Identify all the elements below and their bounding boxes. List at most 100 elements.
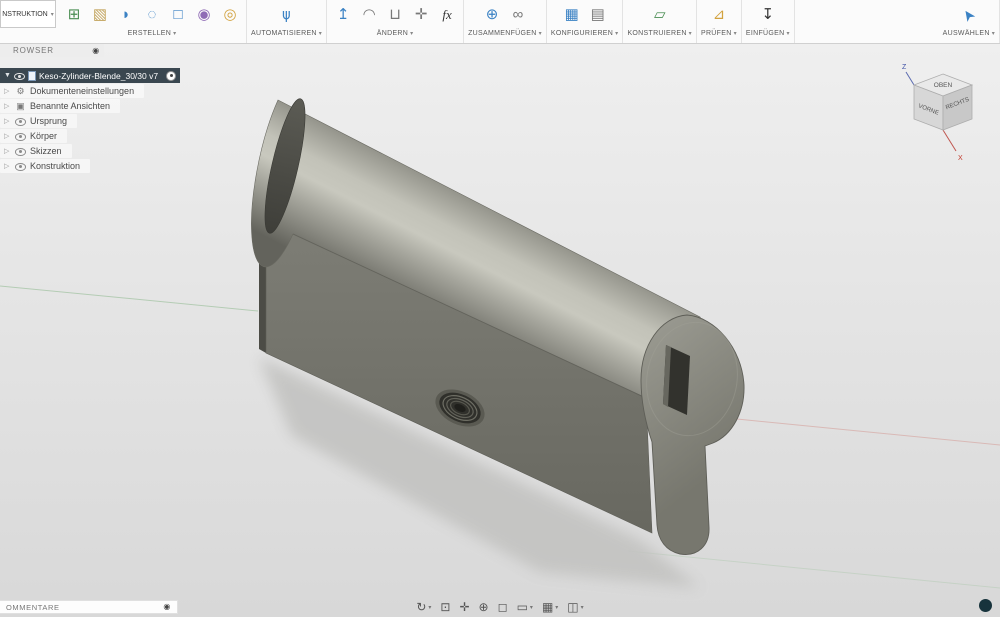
- insert-icon[interactable]: ↧: [756, 3, 780, 27]
- comments-bar[interactable]: OMMENTARE ◉: [0, 600, 178, 614]
- toolbar-group-erstellen: ⊞ ▧ ◗ ◌ □ ◉ ◎ ERSTELLEN ▾: [58, 0, 247, 43]
- revolve-icon[interactable]: ◌: [140, 3, 164, 27]
- menu-einfuegen[interactable]: EINFÜGEN ▾: [746, 28, 790, 37]
- browser-root-row[interactable]: ▼ Keso-Zylinder-Blende_30/30 v7: [0, 68, 180, 83]
- torus-icon[interactable]: ◎: [218, 3, 242, 27]
- expand-arrow-icon[interactable]: ▷: [4, 147, 11, 155]
- shell-icon[interactable]: ⊔: [383, 3, 407, 27]
- joint-icon[interactable]: ∞: [506, 3, 530, 27]
- expand-arrow-icon[interactable]: ▼: [4, 72, 11, 79]
- display-settings-icon: ▭: [517, 600, 528, 614]
- chevron-down-icon: ▾: [539, 30, 542, 37]
- visibility-eye-icon[interactable]: [14, 70, 25, 81]
- menu-konfigurieren[interactable]: KONFIGURIEREN ▾: [551, 28, 619, 37]
- viewcube-label-top: OBEN: [934, 82, 953, 89]
- expand-arrow-icon[interactable]: ▷: [4, 132, 11, 140]
- browser-header[interactable]: ROWSER ◉: [0, 44, 104, 57]
- toolbar-group-aendern: ↥ ◠ ⊔ ✛ fx ÄNDERN ▾: [327, 0, 464, 43]
- zoom-button[interactable]: ⊕: [479, 600, 489, 614]
- parameters-icon[interactable]: fx: [435, 3, 459, 27]
- press-pull-icon[interactable]: ↥: [331, 3, 355, 27]
- chevron-down-icon: ▾: [786, 30, 789, 37]
- menu-konstruieren-label: KONSTRUIEREN: [627, 30, 686, 37]
- select-icon[interactable]: ➤: [955, 3, 982, 27]
- chevron-down-icon: ▾: [410, 30, 413, 37]
- extrude-icon[interactable]: ◗: [114, 3, 138, 27]
- menu-aendern[interactable]: ÄNDERN ▾: [377, 28, 414, 37]
- viewcube[interactable]: OBEN VORNE RECHTS Z X: [898, 56, 988, 166]
- look-at-button[interactable]: ⊡: [440, 600, 450, 614]
- toolbar-group-pruefen: ⊿ PRÜFEN ▾: [697, 0, 742, 43]
- view-navigation-bar: ↻ ▾ ⊡ ✛ ⊕ ◻ ▭ ▾ ▦ ▾ ◫ ▾: [416, 600, 583, 614]
- expand-arrow-icon[interactable]: ▷: [4, 162, 11, 170]
- comments-collapse-icon[interactable]: ◉: [163, 603, 171, 611]
- browser-item-label: Ursprung: [30, 116, 67, 126]
- menu-automatisieren[interactable]: AUTOMATISIEREN ▾: [251, 28, 322, 37]
- activate-component-radio[interactable]: [166, 71, 176, 81]
- viewports-button[interactable]: ◫ ▾: [567, 600, 583, 614]
- pattern-icon[interactable]: □: [166, 3, 190, 27]
- visibility-eye-icon[interactable]: [15, 161, 26, 172]
- model-right-cap[interactable]: [641, 315, 744, 554]
- automate-icon[interactable]: ⋔: [280, 3, 293, 27]
- chevron-down-icon: ▾: [173, 30, 176, 37]
- expand-arrow-icon[interactable]: ▷: [4, 117, 11, 125]
- menu-konfigurieren-label: KONFIGURIEREN: [551, 30, 613, 37]
- chevron-down-icon: ▾: [555, 604, 558, 611]
- move-icon[interactable]: ✛: [409, 3, 433, 27]
- create-sketch-icon[interactable]: ⊞: [62, 3, 86, 27]
- help-button[interactable]: [979, 599, 992, 612]
- workspace-selector[interactable]: NSTRUKTION ▾: [0, 0, 56, 28]
- browser-item-koerper[interactable]: ▷ Körper: [0, 129, 67, 143]
- box-primitive-icon[interactable]: ▧: [88, 3, 112, 27]
- viewport-canvas[interactable]: ROWSER ◉ ▼ Keso-Zylinder-Blende_30/30 v7…: [0, 44, 1000, 617]
- browser-collapse-icon[interactable]: ◉: [92, 47, 100, 55]
- browser-item-label: Skizzen: [30, 146, 62, 156]
- configuration-table-icon[interactable]: ▦: [560, 3, 584, 27]
- pan-icon: ✛: [459, 600, 469, 614]
- browser-panel: ROWSER ◉ ▼ Keso-Zylinder-Blende_30/30 v7…: [0, 44, 180, 173]
- menu-aendern-label: ÄNDERN: [377, 30, 408, 37]
- menu-konstruieren[interactable]: KONSTRUIEREN ▾: [627, 28, 692, 37]
- pan-button[interactable]: ✛: [459, 600, 469, 614]
- visibility-eye-icon[interactable]: [15, 131, 26, 142]
- configure-features-icon[interactable]: ▤: [586, 3, 610, 27]
- grid-snap-button[interactable]: ▦ ▾: [542, 600, 558, 614]
- browser-item-skizzen[interactable]: ▷ Skizzen: [0, 144, 72, 158]
- menu-auswaehlen[interactable]: AUSWÄHLEN ▾: [943, 28, 995, 37]
- browser-item-dokumenteneinstellungen[interactable]: ▷ ⚙ Dokumenteneinstellungen: [0, 84, 144, 98]
- menu-zusammenfuegen[interactable]: ZUSAMMENFÜGEN ▾: [468, 28, 542, 37]
- axis-label-x: X: [958, 155, 963, 162]
- expand-arrow-icon[interactable]: ▷: [4, 87, 11, 95]
- browser-item-ursprung[interactable]: ▷ Ursprung: [0, 114, 77, 128]
- display-settings-button[interactable]: ▭ ▾: [517, 600, 533, 614]
- browser-item-konstruktion[interactable]: ▷ Konstruktion: [0, 159, 90, 173]
- chevron-down-icon: ▾: [581, 604, 584, 611]
- menu-erstellen[interactable]: ERSTELLEN ▾: [128, 28, 177, 37]
- zoom-window-icon: ◻: [498, 600, 508, 614]
- chevron-down-icon: ▾: [530, 604, 533, 611]
- grid-snap-icon: ▦: [542, 600, 553, 614]
- orbit-button[interactable]: ↻ ▾: [416, 600, 431, 614]
- menu-auswaehlen-label: AUSWÄHLEN: [943, 30, 990, 37]
- fillet-icon[interactable]: ◠: [357, 3, 381, 27]
- gear-icon: ⚙: [15, 86, 26, 97]
- axis-line-red: [737, 419, 1000, 445]
- expand-arrow-icon[interactable]: ▷: [4, 102, 11, 110]
- visibility-eye-icon[interactable]: [15, 116, 26, 127]
- main-toolbar: ⊞ ▧ ◗ ◌ □ ◉ ◎ ERSTELLEN ▾ ⋔ AUTOMATISIER…: [0, 0, 1000, 44]
- zoom-window-button[interactable]: ◻: [498, 600, 508, 614]
- visibility-eye-icon[interactable]: [15, 146, 26, 157]
- browser-item-benannte-ansichten[interactable]: ▷ ▣ Benannte Ansichten: [0, 99, 120, 113]
- coil-icon[interactable]: ◉: [192, 3, 216, 27]
- menu-pruefen[interactable]: PRÜFEN ▾: [701, 28, 737, 37]
- construction-plane-icon[interactable]: ▱: [648, 3, 672, 27]
- document-icon: [28, 71, 36, 81]
- chevron-down-icon: ▾: [428, 604, 431, 611]
- toolbar-group-konfigurieren: ▦ ▤ KONFIGURIEREN ▾: [547, 0, 624, 43]
- new-component-icon[interactable]: ⊕: [480, 3, 504, 27]
- chevron-down-icon: ▾: [615, 30, 618, 37]
- chevron-down-icon: ▾: [51, 11, 54, 18]
- measure-icon[interactable]: ⊿: [707, 3, 731, 27]
- browser-item-label: Konstruktion: [30, 161, 80, 171]
